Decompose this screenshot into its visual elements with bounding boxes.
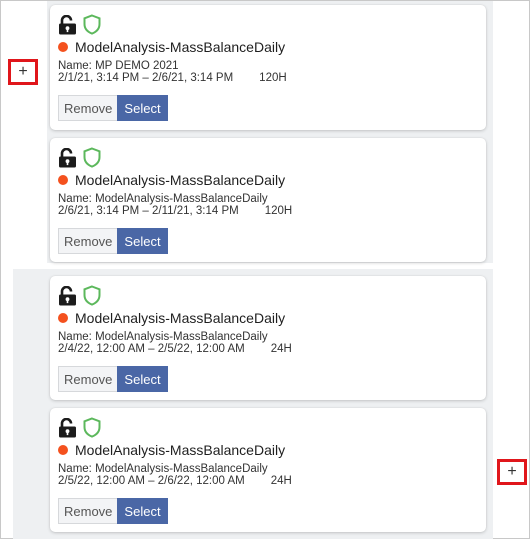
- card-duration: 24H: [270, 343, 292, 355]
- select-button[interactable]: Select: [117, 228, 168, 254]
- remove-button[interactable]: Remove: [58, 228, 118, 254]
- timeline-panel: ModelAnalysis-MassBalanceDaily Name: MP …: [0, 0, 530, 539]
- shield-icon: [83, 417, 101, 438]
- status-dot: [58, 445, 68, 455]
- select-button[interactable]: Select: [117, 95, 168, 121]
- card-title: ModelAnalysis-MassBalanceDaily: [75, 310, 286, 326]
- card-icons: [58, 146, 101, 168]
- run-card: ModelAnalysis-MassBalanceDaily Name: Mod…: [50, 138, 486, 262]
- remove-button[interactable]: Remove: [58, 366, 118, 392]
- card-title: ModelAnalysis-MassBalanceDaily: [75, 172, 286, 188]
- select-button[interactable]: Select: [117, 498, 168, 524]
- expand-plus-button[interactable]: +: [8, 59, 38, 85]
- run-card: ModelAnalysis-MassBalanceDaily Name: Mod…: [50, 276, 486, 400]
- run-card: ModelAnalysis-MassBalanceDaily Name: Mod…: [50, 408, 486, 532]
- unlock-icon[interactable]: [58, 15, 77, 35]
- card-title: ModelAnalysis-MassBalanceDaily: [75, 39, 286, 55]
- card-time-range: 2/6/21, 3:14 PM – 2/11/21, 3:14 PM: [58, 205, 239, 217]
- card-duration: 24H: [270, 475, 292, 487]
- remove-button[interactable]: Remove: [58, 498, 118, 524]
- status-dot: [58, 313, 68, 323]
- unlock-icon[interactable]: [58, 418, 77, 438]
- status-dot: [58, 175, 68, 185]
- card-time-range: 2/5/22, 12:00 AM – 2/6/22, 12:00 AM: [58, 475, 245, 487]
- card-time-range: 2/1/21, 3:14 PM – 2/6/21, 3:14 PM: [58, 72, 234, 84]
- shield-icon: [83, 14, 101, 35]
- card-name: Name: MP DEMO 2021: [58, 60, 179, 72]
- card-name: Name: ModelAnalysis-MassBalanceDaily: [58, 193, 268, 205]
- remove-button[interactable]: Remove: [58, 95, 118, 121]
- unlock-icon[interactable]: [58, 148, 77, 168]
- card-icons: [58, 284, 101, 306]
- card-duration: 120H: [264, 205, 293, 217]
- card-title: ModelAnalysis-MassBalanceDaily: [75, 442, 286, 458]
- card-time-range: 2/4/22, 12:00 AM – 2/5/22, 12:00 AM: [58, 343, 245, 355]
- unlock-icon[interactable]: [58, 286, 77, 306]
- card-icons: [58, 416, 101, 438]
- expand-plus-button[interactable]: +: [497, 459, 527, 485]
- card-duration: 120H: [259, 72, 287, 84]
- select-button[interactable]: Select: [117, 366, 168, 392]
- card-name: Name: ModelAnalysis-MassBalanceDaily: [58, 463, 268, 475]
- card-icons: [58, 13, 101, 35]
- shield-icon: [83, 147, 101, 168]
- card-name: Name: ModelAnalysis-MassBalanceDaily: [58, 331, 268, 343]
- shield-icon: [83, 285, 101, 306]
- status-dot: [58, 42, 68, 52]
- run-card: ModelAnalysis-MassBalanceDaily Name: MP …: [50, 5, 486, 130]
